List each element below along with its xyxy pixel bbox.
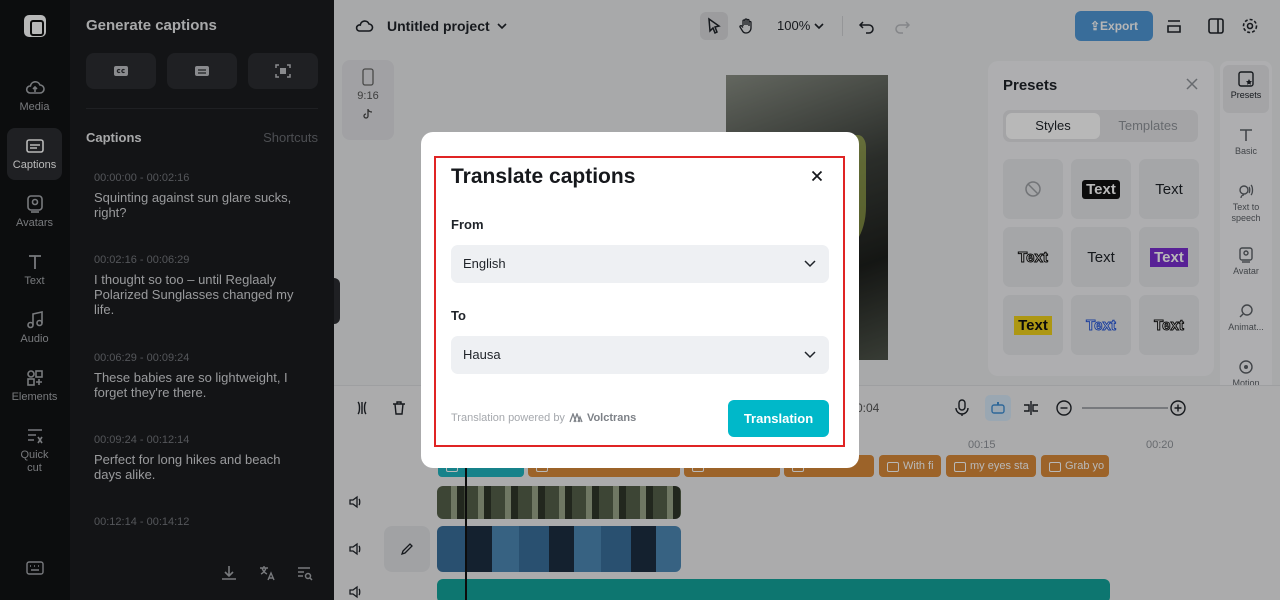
from-label: From	[451, 217, 484, 232]
translation-button[interactable]: Translation	[728, 400, 829, 437]
powered-by-text: Translation powered by	[451, 412, 565, 424]
to-language-value: Hausa	[463, 347, 501, 362]
to-language-select[interactable]: Hausa	[451, 336, 829, 374]
brand-name: Volctrans	[586, 412, 637, 424]
volctrans-logo-icon	[569, 413, 583, 423]
from-language-value: English	[463, 256, 506, 271]
chevron-down-icon	[804, 260, 816, 268]
translate-captions-dialog: Translate captions From English To Hausa…	[421, 132, 859, 468]
close-icon[interactable]	[810, 169, 824, 183]
powered-by: Translation powered by Volctrans	[451, 412, 636, 424]
from-language-select[interactable]: English	[451, 245, 829, 283]
chevron-down-icon	[804, 351, 816, 359]
to-label: To	[451, 308, 466, 323]
dialog-title: Translate captions	[451, 165, 636, 188]
